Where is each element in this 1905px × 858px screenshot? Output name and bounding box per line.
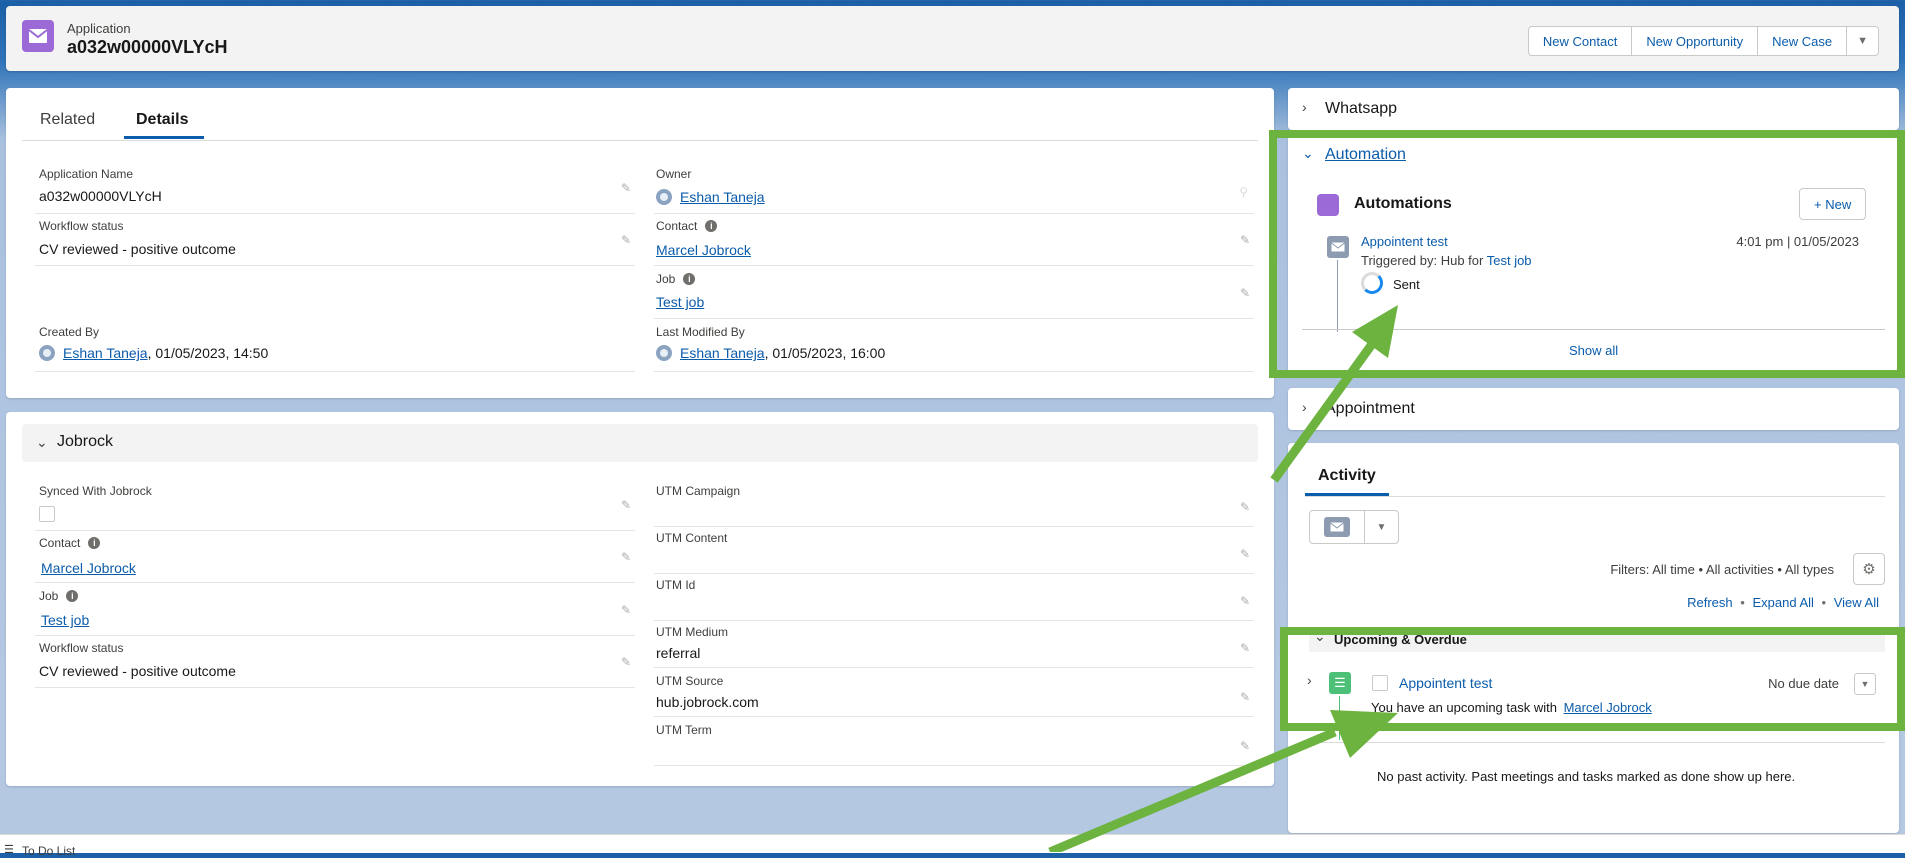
annotation-arrows (1048, 305, 1398, 852)
arrow-to-automation-status (1270, 305, 1398, 483)
arrow-to-upcoming-task (1048, 710, 1398, 852)
